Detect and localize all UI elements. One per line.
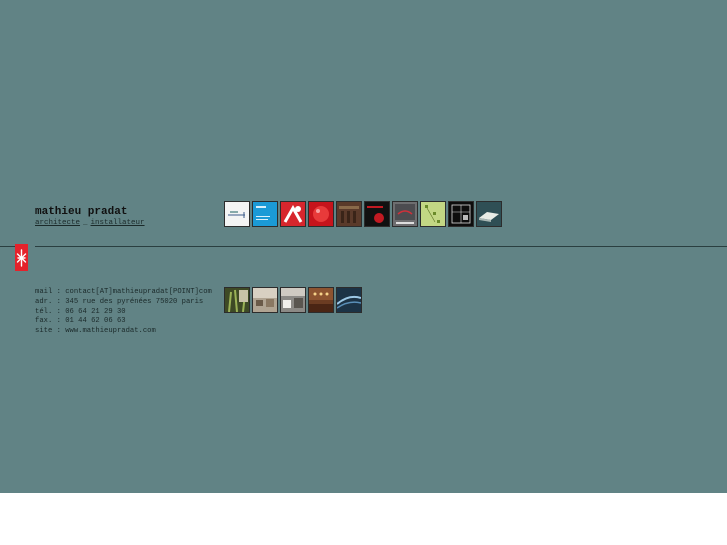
plants-photo-thumbnail-icon[interactable] bbox=[224, 287, 250, 313]
contact-fax: fax. : 01 44 62 06 63 bbox=[35, 317, 126, 326]
divider-left bbox=[0, 246, 15, 247]
installateur-link[interactable]: installateur bbox=[91, 219, 145, 227]
room-photo-thumbnail-icon[interactable] bbox=[252, 287, 278, 313]
blue-poster-thumbnail-icon[interactable] bbox=[252, 201, 278, 227]
contact-phone: tél. : 06 64 21 29 30 bbox=[35, 307, 126, 316]
green-plan-thumbnail-icon[interactable] bbox=[420, 201, 446, 227]
black-red-thumbnail-icon[interactable] bbox=[364, 201, 390, 227]
red-object-thumbnail-icon[interactable] bbox=[308, 201, 334, 227]
contact-mail: mail : contact[AT]mathieupradat[POINT]co… bbox=[35, 288, 212, 296]
red-graphic-thumbnail-icon[interactable] bbox=[280, 201, 306, 227]
roles-separator: _ bbox=[83, 219, 88, 227]
site-title: mathieu pradat bbox=[35, 206, 128, 218]
blue-curve-photo-thumbnail-icon[interactable] bbox=[336, 287, 362, 313]
white-diagram-thumbnail-icon[interactable] bbox=[224, 201, 250, 227]
grey-red-thumbnail-icon[interactable] bbox=[392, 201, 418, 227]
project-thumbnails-row bbox=[224, 201, 502, 227]
contact-address: adr. : 345 rue des pyrénées 75020 paris bbox=[35, 297, 204, 306]
brown-hall-photo-thumbnail-icon[interactable] bbox=[308, 287, 334, 313]
office-photo-thumbnail-icon[interactable] bbox=[280, 287, 306, 313]
photo-thumbnails-row bbox=[224, 287, 362, 313]
architecte-link[interactable]: architecte bbox=[35, 219, 80, 227]
roles-links: architecte _ installateur bbox=[35, 219, 145, 227]
black-plan-thumbnail-icon[interactable] bbox=[448, 201, 474, 227]
teal-render-thumbnail-icon[interactable] bbox=[476, 201, 502, 227]
contact-block: mail : contact[AT]mathieupradat[POINT]co… bbox=[35, 288, 212, 337]
divider-right bbox=[35, 246, 727, 247]
contact-site: site : www.mathieupradat.com bbox=[35, 327, 156, 336]
logo-icon[interactable] bbox=[15, 244, 28, 271]
brown-interior-thumbnail-icon[interactable] bbox=[336, 201, 362, 227]
page-canvas: mathieu pradat architecte _ installateur m… bbox=[0, 0, 727, 493]
